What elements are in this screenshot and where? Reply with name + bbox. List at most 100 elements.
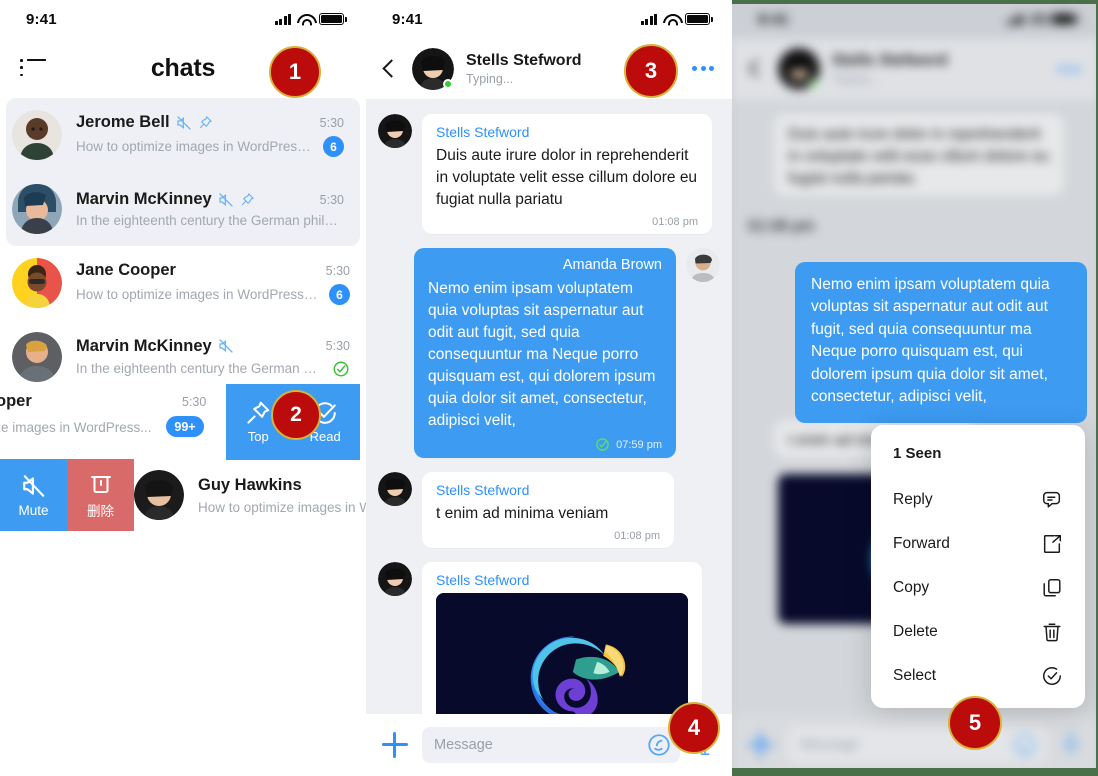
list-item-bottom: How to optimize images in WordPress for.… bbox=[76, 284, 350, 305]
search-input[interactable]: Message bbox=[788, 727, 1046, 763]
emoji-icon[interactable] bbox=[646, 732, 672, 758]
message-time: 01:08 pm bbox=[614, 530, 660, 542]
composer-icons bbox=[1012, 732, 1038, 758]
swipe-action-label: 删除 bbox=[87, 504, 114, 519]
status-indicators bbox=[274, 13, 347, 25]
list-item[interactable]: Marvin McKinney 5:30 In the eighteenth c… bbox=[6, 172, 360, 246]
message-row-incoming: Stells Stefword bbox=[378, 562, 720, 714]
trash-icon bbox=[1043, 623, 1061, 642]
message-meta: 01:08 pm bbox=[436, 216, 698, 228]
back-chevron-icon[interactable] bbox=[744, 58, 766, 80]
message-list[interactable]: Stells Stefword Duis aute irure dolor in… bbox=[366, 100, 732, 714]
context-menu-label: Reply bbox=[893, 491, 933, 508]
message-text: Duis aute irure dolor in reprehenderit i… bbox=[436, 147, 698, 208]
unread-badge: 6 bbox=[323, 136, 344, 157]
avatar bbox=[12, 110, 62, 160]
timestamp: 5:30 bbox=[325, 263, 350, 278]
list-item[interactable]: Marvin McKinney 5:30 In the eighteenth c… bbox=[0, 320, 366, 394]
contact-name-partial: oper bbox=[0, 392, 32, 410]
status-bar-left: 9:41 bbox=[0, 0, 366, 38]
contact-name: Marvin McKinney bbox=[76, 336, 212, 355]
message-time: 01:08 pm bbox=[652, 216, 698, 228]
screenshot-stage: 9:41 chats Jerome Bell 5:30 How to optim… bbox=[0, 0, 1098, 776]
context-menu-item-forward[interactable]: Forward bbox=[871, 522, 1085, 566]
battery-icon bbox=[319, 13, 347, 25]
message-row-incoming: Stells Stefword t enim ad minima veniam … bbox=[378, 472, 720, 548]
swipe-action-label: Top bbox=[247, 429, 269, 444]
list-item[interactable]: Jerome Bell 5:30 How to optimize images … bbox=[6, 98, 360, 172]
chameleon-logo-image[interactable] bbox=[436, 593, 688, 714]
cellular-signal-icon bbox=[640, 13, 657, 25]
conversation-status: Typing... bbox=[832, 72, 880, 86]
focused-message-bubble[interactable]: Nemo enim ipsam voluptatem quia voluptas… bbox=[795, 262, 1087, 423]
mute-icon bbox=[176, 115, 191, 130]
list-item-top: Jerome Bell 5:30 bbox=[76, 113, 344, 132]
context-menu-item-select[interactable]: Select bbox=[871, 654, 1085, 698]
message-text: Nemo enim ipsam voluptatem quia voluptas… bbox=[811, 276, 1050, 406]
avatar bbox=[12, 332, 62, 382]
message-bubble[interactable]: Stells Stefword t enim ad minima veniam … bbox=[422, 472, 674, 548]
chat-conversation-panel: 9:41 Stells Stefword Typing... Stells St… bbox=[366, 0, 732, 776]
message-composer: Message bbox=[732, 714, 1098, 776]
step-badge-3: 3 bbox=[624, 44, 678, 98]
swipe-actions-mute-delete[interactable]: Mute 删除 bbox=[0, 459, 134, 531]
more-horizontal-icon[interactable] bbox=[692, 66, 714, 71]
mute-icon bbox=[219, 339, 233, 353]
message-sender: Amanda Brown bbox=[562, 257, 662, 273]
message-bubble[interactable]: Stells Stefword Duis aute irure dolor in… bbox=[422, 114, 712, 234]
avatar[interactable] bbox=[412, 47, 454, 90]
list-item-bottom: How to optimize images in WordPress for.… bbox=[76, 136, 344, 157]
copy-icon bbox=[1043, 579, 1061, 597]
avatar bbox=[12, 258, 62, 308]
message-meta: 01:08 pm bbox=[748, 218, 1086, 236]
emoji-icon[interactable] bbox=[1012, 732, 1038, 758]
battery-icon bbox=[1051, 13, 1079, 25]
list-item[interactable]: Guy Hawkins How to optimize images in W bbox=[134, 459, 366, 531]
message-context-menu: 1 Seen Reply Forward Copy Delete Select bbox=[871, 425, 1085, 708]
context-menu-item-reply[interactable]: Reply bbox=[871, 478, 1085, 522]
back-chevron-icon[interactable] bbox=[378, 58, 400, 80]
step-badge-5: 5 bbox=[948, 696, 1002, 750]
battery-icon bbox=[685, 13, 713, 25]
avatar bbox=[378, 114, 412, 148]
list-item[interactable]: Jane Cooper 5:30 How to optimize images … bbox=[0, 246, 366, 320]
status-time: 9:41 bbox=[26, 10, 57, 28]
status-time: 9:41 bbox=[392, 10, 423, 28]
message-meta: 07:59 pm bbox=[428, 437, 662, 452]
online-status-dot bbox=[443, 78, 453, 89]
more-horizontal-icon[interactable] bbox=[1058, 66, 1080, 72]
list-item-bottom: In the eighteenth century the German phi… bbox=[76, 213, 344, 228]
swipe-action-top[interactable]: Top bbox=[245, 400, 271, 444]
seen-count-label: 1 Seen bbox=[893, 445, 942, 462]
message-preview: mize images in WordPress... bbox=[0, 420, 152, 435]
search-input[interactable]: Message bbox=[422, 727, 680, 763]
message-preview: In the eighteenth century the German phi… bbox=[76, 213, 344, 228]
pinned-chats-group: Jerome Bell 5:30 How to optimize images … bbox=[6, 98, 360, 246]
swipe-action-delete[interactable]: 删除 bbox=[67, 459, 134, 531]
status-bar-mid: 9:41 bbox=[366, 0, 732, 38]
cellular-signal-icon bbox=[1006, 13, 1023, 25]
swipe-action-mute[interactable]: Mute bbox=[0, 459, 67, 531]
message-time: 07:59 pm bbox=[616, 438, 662, 451]
message-text: Duis aute irure dolor in reprehenderit i… bbox=[788, 126, 1050, 187]
wifi-icon bbox=[663, 13, 679, 25]
message-row-incoming: Duis aute irure dolor in reprehenderit i… bbox=[744, 114, 1086, 196]
panel-border-top bbox=[732, 0, 1098, 4]
message-preview: In the eighteenth century the German phi… bbox=[76, 361, 324, 376]
list-item-main: Marvin McKinney 5:30 In the eighteenth c… bbox=[76, 190, 344, 228]
plus-icon[interactable] bbox=[382, 732, 408, 758]
context-menu-item-delete[interactable]: Delete bbox=[871, 610, 1085, 654]
message-preview: How to optimize images in WordPress for.… bbox=[76, 139, 315, 154]
avatar bbox=[134, 470, 184, 520]
message-bubble[interactable]: Stells Stefword bbox=[422, 562, 702, 714]
timestamp: 5:30 bbox=[182, 395, 207, 409]
composer-icons bbox=[646, 732, 672, 758]
plus-icon[interactable] bbox=[748, 732, 774, 758]
step-badge-4: 4 bbox=[668, 702, 720, 754]
microphone-icon[interactable] bbox=[1060, 732, 1082, 758]
message-text: Nemo enim ipsam voluptatem quia voluptas… bbox=[428, 280, 656, 429]
context-menu-item-copy[interactable]: Copy bbox=[871, 566, 1085, 610]
partial-list-item[interactable]: oper 5:30 mize images in WordPress... 99… bbox=[0, 388, 232, 454]
list-item-main: Marvin McKinney 5:30 In the eighteenth c… bbox=[76, 337, 350, 378]
message-bubble[interactable]: Amanda Brown Nemo enim ipsam voluptatem … bbox=[414, 248, 676, 458]
